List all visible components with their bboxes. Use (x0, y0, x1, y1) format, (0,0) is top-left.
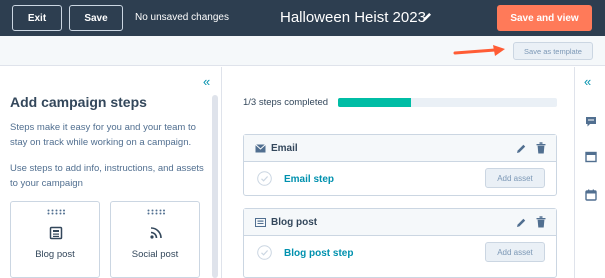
newspaper-icon (49, 226, 63, 240)
trash-icon[interactable] (536, 216, 546, 228)
step-title: Blog post (271, 217, 318, 228)
save-as-template-button[interactable]: Save as template (513, 42, 593, 60)
pencil-icon[interactable] (421, 11, 433, 23)
step-header: Blog post (244, 209, 556, 236)
window-icon[interactable] (585, 151, 597, 163)
social-post-card[interactable]: Social post (110, 201, 200, 278)
collapse-panel-icon[interactable]: « (203, 74, 210, 89)
edit-icon[interactable] (516, 217, 527, 228)
step-title: Email (271, 143, 298, 154)
save-button[interactable]: Save (69, 5, 123, 31)
card-label: Blog post (35, 249, 75, 260)
drag-handle-icon[interactable] (147, 209, 165, 215)
arrow-icon (453, 45, 505, 56)
email-step-block: Email Email step Add asset (243, 134, 557, 196)
panel-title: Add campaign steps (10, 94, 147, 110)
progress-label: 1/3 steps completed (243, 97, 329, 108)
expand-sidebar-icon[interactable]: « (584, 74, 591, 89)
blog-post-step-block: Blog post Blog post step Add asset (243, 208, 557, 278)
campaign-title: Halloween Heist 2023 (280, 9, 426, 26)
save-and-view-button[interactable]: Save and view (497, 5, 592, 31)
progress-bar (338, 98, 557, 107)
edit-icon[interactable] (516, 143, 527, 154)
drag-handle-icon[interactable] (47, 209, 65, 215)
progress-bar-fill (338, 98, 411, 107)
panel-scrollbar[interactable] (212, 95, 218, 278)
exit-button[interactable]: Exit (12, 5, 62, 31)
add-asset-button[interactable]: Add asset (485, 168, 545, 188)
rss-icon (150, 227, 162, 239)
trash-icon[interactable] (536, 142, 546, 154)
panel-instructions: Use steps to add info, instructions, and… (10, 163, 204, 189)
card-label: Social post (131, 249, 179, 260)
save-status: No unsaved changes (135, 12, 229, 23)
step-link[interactable]: Email step (284, 174, 334, 185)
step-link[interactable]: Blog post step (284, 248, 353, 259)
step-header: Email (244, 135, 556, 162)
step-complete-checkbox[interactable] (257, 171, 272, 186)
right-sidebar (574, 67, 605, 278)
calendar-icon[interactable] (585, 189, 597, 201)
add-asset-button[interactable]: Add asset (485, 242, 545, 262)
panel-description: Steps make it easy for you and your team… (10, 122, 196, 148)
blog-post-card[interactable]: Blog post (10, 201, 100, 278)
chat-icon[interactable] (585, 116, 597, 128)
step-complete-checkbox[interactable] (257, 245, 272, 260)
email-icon (255, 144, 266, 153)
blog-icon (255, 218, 266, 227)
